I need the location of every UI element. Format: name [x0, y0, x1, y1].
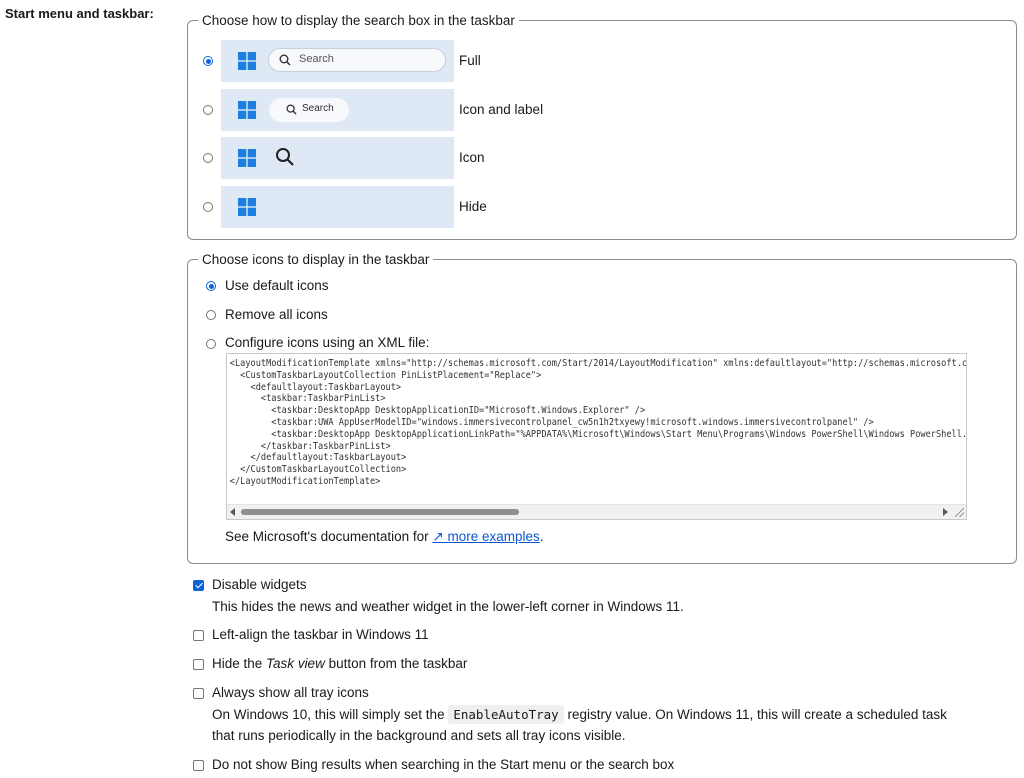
hide-task-view-pre: Hide the — [212, 656, 267, 671]
show-tray-icons-description: On Windows 10, this will simply set the … — [212, 705, 947, 725]
search-placeholder-text: Search — [299, 53, 334, 65]
search-hide-radio[interactable] — [203, 202, 213, 212]
disable-widgets-checkbox[interactable] — [193, 580, 204, 591]
left-align-taskbar-label[interactable]: Left-align the taskbar in Windows 11 — [212, 627, 429, 642]
search-icon — [276, 148, 294, 166]
documentation-line: See Microsoft's documentation for ↗ more… — [225, 529, 544, 545]
left-align-taskbar-checkbox[interactable] — [193, 630, 204, 641]
taskbar-preview-hide — [221, 186, 454, 228]
search-box-legend: Choose how to display the search box in … — [202, 13, 515, 28]
search-option-hide[interactable]: Hide — [203, 186, 983, 228]
windows-logo-icon — [238, 198, 256, 216]
show-tray-icons-description-line2: that runs periodically in the background… — [212, 728, 626, 743]
hide-task-view-post: button from the taskbar — [324, 656, 468, 671]
search-icon-radio[interactable] — [203, 153, 213, 163]
search-full-radio[interactable] — [203, 56, 213, 66]
xml-icons-radio[interactable] — [206, 339, 216, 349]
hide-task-view-label[interactable]: Hide the Task view button from the taskb… — [212, 656, 467, 671]
windows-logo-icon — [238, 101, 256, 119]
taskbar-preview-icon — [221, 137, 454, 179]
xml-textarea[interactable]: <LayoutModificationTemplate xmlns="http:… — [226, 353, 967, 520]
tray-desc-pre: On Windows 10, this will simply set the — [212, 707, 449, 722]
taskbar-searchbox-full: Search — [268, 48, 446, 72]
hide-task-view-checkbox[interactable] — [193, 659, 204, 670]
scrollbar-thumb[interactable] — [241, 509, 519, 515]
more-examples-text: more examples — [447, 529, 540, 544]
more-examples-link[interactable]: ↗ more examples — [432, 529, 539, 544]
default-icons-radio[interactable] — [206, 281, 216, 291]
search-icon — [286, 104, 297, 115]
taskbar-preview-icon-label: Search — [221, 89, 454, 131]
search-option-icon-and-label[interactable]: Search Icon and label — [203, 89, 983, 131]
taskbar-icons-legend: Choose icons to display in the taskbar — [202, 252, 430, 267]
doc-suffix: . — [539, 529, 544, 544]
scroll-right-icon[interactable] — [943, 508, 948, 516]
remove-icons-radio[interactable] — [206, 310, 216, 320]
search-option-icon[interactable]: Icon — [203, 137, 983, 179]
section-label: Start menu and taskbar: — [5, 6, 154, 21]
tray-desc-post: registry value. On Windows 11, this will… — [563, 707, 947, 722]
external-link-icon: ↗ — [432, 529, 444, 544]
search-option-label: Hide — [459, 199, 487, 214]
search-option-label: Full — [459, 53, 481, 68]
xml-horizontal-scrollbar[interactable] — [227, 504, 966, 519]
xml-icons-label[interactable]: Configure icons using an XML file: — [225, 335, 429, 350]
task-view-emphasis: Task view — [266, 656, 325, 671]
show-tray-icons-label[interactable]: Always show all tray icons — [212, 685, 369, 700]
search-option-full[interactable]: Search Full — [203, 40, 983, 82]
scroll-left-icon[interactable] — [230, 508, 235, 516]
disable-widgets-description: This hides the news and weather widget i… — [212, 599, 684, 614]
search-pill-text: Search — [302, 103, 334, 114]
resize-grip-icon[interactable] — [955, 508, 964, 517]
remove-icons-label[interactable]: Remove all icons — [225, 307, 328, 322]
taskbar-preview-full: Search — [221, 40, 454, 82]
search-option-label: Icon — [459, 150, 485, 165]
windows-logo-icon — [238, 149, 256, 167]
show-tray-icons-checkbox[interactable] — [193, 688, 204, 699]
disable-widgets-label[interactable]: Disable widgets — [212, 577, 307, 592]
disable-bing-checkbox[interactable] — [193, 760, 204, 771]
doc-prefix: See Microsoft's documentation for — [225, 529, 433, 544]
enable-auto-tray-code: EnableAutoTray — [448, 705, 564, 724]
windows-logo-icon — [238, 52, 256, 70]
disable-bing-label[interactable]: Do not show Bing results when searching … — [212, 757, 674, 772]
xml-content[interactable]: <LayoutModificationTemplate xmlns="http:… — [227, 354, 966, 492]
search-icon-label-radio[interactable] — [203, 105, 213, 115]
default-icons-label[interactable]: Use default icons — [225, 278, 329, 293]
search-icon — [279, 54, 291, 66]
taskbar-search-pill: Search — [269, 98, 349, 122]
search-option-label: Icon and label — [459, 102, 544, 117]
